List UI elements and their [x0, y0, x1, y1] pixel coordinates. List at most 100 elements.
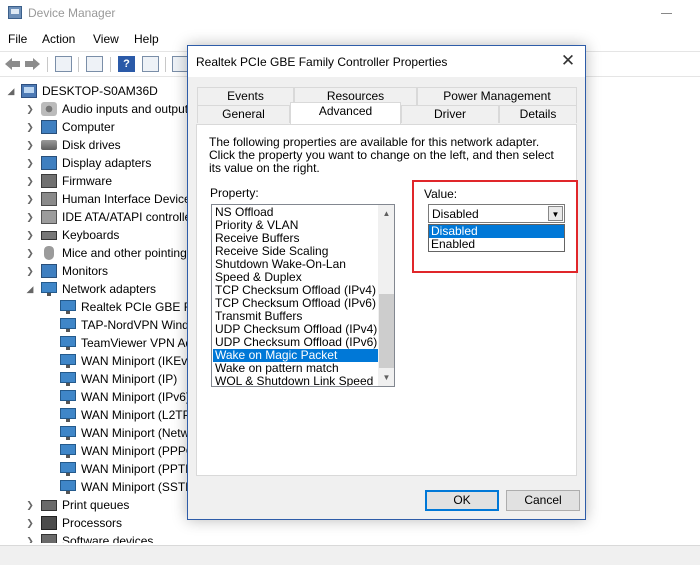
value-combobox[interactable]: Disabled ▼: [428, 204, 565, 223]
property-label: Property:: [210, 186, 259, 200]
update-driver-icon[interactable]: [142, 56, 159, 72]
tree-device-label: WAN Miniport (PPTP): [81, 462, 198, 476]
tree-category-label: Processors: [62, 516, 123, 530]
tree-category-label: Print queues: [62, 498, 130, 512]
network-adapter-icon: [60, 426, 76, 440]
tab-details[interactable]: Details: [499, 105, 577, 123]
network-adapter-icon: [60, 444, 76, 458]
expand-chevron-icon[interactable]: ❯: [25, 262, 35, 280]
menu-help[interactable]: Help: [134, 32, 159, 46]
tree-category-label: Computer: [62, 120, 115, 134]
processor-icon: [41, 516, 57, 530]
properties-view-icon[interactable]: [55, 56, 72, 72]
expand-chevron-icon[interactable]: ❯: [25, 100, 35, 118]
menu-file[interactable]: File: [8, 32, 27, 46]
expand-chevron-icon[interactable]: ❯: [25, 118, 35, 136]
properties-dialog: Realtek PCIe GBE Family Controller Prope…: [187, 45, 586, 520]
toolbar-separator: [165, 57, 166, 72]
tab-general[interactable]: General: [197, 105, 290, 123]
tree-category-label: Monitors: [62, 264, 109, 278]
expand-chevron-icon[interactable]: ❯: [25, 154, 35, 172]
keyboard-icon: [41, 231, 57, 240]
expand-chevron-icon[interactable]: ❯: [25, 136, 35, 154]
tab-power-management[interactable]: Power Management: [417, 87, 577, 105]
disk-drive-icon: [41, 140, 57, 150]
property-listbox[interactable]: NS Offload Priority & VLAN Receive Buffe…: [211, 204, 395, 387]
tree-category-label: Software devices: [62, 534, 154, 543]
tab-events[interactable]: Events: [197, 87, 294, 105]
network-adapter-icon: [60, 372, 76, 386]
tree-device-label: WAN Miniport (IPv6): [81, 390, 190, 404]
status-bar: [0, 545, 700, 565]
back-arrow-icon[interactable]: [4, 56, 21, 72]
scroll-down-arrow-icon[interactable]: ▼: [378, 369, 394, 386]
expand-chevron-icon[interactable]: ❯: [25, 226, 35, 244]
tree-category-label: Human Interface Devices: [62, 192, 197, 206]
value-combobox-text: Disabled: [432, 207, 479, 221]
network-adapter-icon: [60, 354, 76, 368]
speaker-icon: [41, 102, 57, 116]
expand-chevron-icon[interactable]: ❯: [25, 514, 35, 532]
network-adapter-icon: [60, 408, 76, 422]
expand-chevron-icon[interactable]: ❯: [25, 532, 35, 543]
toolbar-separator: [47, 57, 48, 72]
expand-chevron-icon[interactable]: ❯: [25, 190, 35, 208]
property-item[interactable]: WOL & Shutdown Link Speed: [213, 375, 378, 387]
menu-action[interactable]: Action: [42, 32, 75, 46]
cancel-button[interactable]: Cancel: [506, 490, 580, 511]
tree-category-label: Disk drives: [62, 138, 121, 152]
computer-icon: [41, 120, 57, 134]
device-manager-titlebar: Device Manager: [0, 0, 700, 27]
dialog-titlebar: Realtek PCIe GBE Family Controller Prope…: [188, 46, 585, 77]
network-adapter-icon: [60, 390, 76, 404]
network-adapter-icon: [60, 300, 76, 314]
expand-chevron-icon[interactable]: ❯: [25, 208, 35, 226]
minimize-button[interactable]: [657, 4, 677, 22]
property-scrollbar[interactable]: ▲ ▼: [378, 205, 394, 386]
chevron-down-icon[interactable]: ▼: [548, 206, 563, 221]
tree-category-label: Firmware: [62, 174, 112, 188]
value-option[interactable]: Enabled: [429, 238, 564, 251]
tree-category-label: Network adapters: [62, 282, 157, 296]
close-icon[interactable]: ✕: [558, 51, 578, 71]
hid-icon: [41, 192, 57, 206]
tree-category-label: IDE ATA/ATAPI controllers: [62, 210, 202, 224]
ok-button[interactable]: OK: [425, 490, 499, 511]
display-adapter-icon: [41, 156, 57, 170]
tree-device-label: WAN Miniport (IP): [81, 372, 178, 386]
tree-device-label: WAN Miniport (SSTP): [81, 480, 198, 494]
tab-driver[interactable]: Driver: [401, 105, 499, 123]
expand-chevron-icon[interactable]: ❯: [25, 496, 35, 514]
expand-chevron-icon[interactable]: ❯: [25, 244, 35, 262]
forward-arrow-icon[interactable]: [24, 56, 41, 72]
advanced-tab-panel: The following properties are available f…: [196, 124, 577, 476]
ide-controller-icon: [41, 210, 57, 224]
scroll-up-arrow-icon[interactable]: ▲: [378, 205, 394, 222]
help-icon[interactable]: ?: [118, 56, 135, 72]
printer-icon: [41, 500, 57, 511]
software-device-icon: [41, 534, 57, 543]
collapse-chevron-icon[interactable]: ◢: [6, 82, 16, 100]
network-adapter-icon: [41, 282, 57, 296]
computer-icon: [21, 84, 37, 98]
mouse-icon: [44, 246, 54, 260]
network-adapter-icon: [60, 462, 76, 476]
tree-category-label: Audio inputs and outputs: [62, 102, 195, 116]
tree-device-label: WAN Miniport (L2TP): [81, 408, 195, 422]
toolbar-separator: [78, 57, 79, 72]
monitor-icon: [41, 264, 57, 278]
description-text: The following properties are available f…: [209, 135, 554, 175]
value-dropdown-list[interactable]: Disabled Enabled: [428, 224, 565, 252]
tree-category-label: Keyboards: [62, 228, 120, 242]
scrollbar-thumb[interactable]: [379, 294, 394, 368]
expand-chevron-icon[interactable]: ❯: [25, 172, 35, 190]
tab-advanced[interactable]: Advanced: [290, 102, 401, 124]
menu-view[interactable]: View: [93, 32, 119, 46]
collapse-chevron-icon[interactable]: ◢: [25, 280, 35, 298]
network-adapter-icon: [60, 336, 76, 350]
window-title: Device Manager: [28, 6, 116, 20]
firmware-icon: [41, 174, 57, 188]
device-list-icon[interactable]: [86, 56, 103, 72]
network-adapter-icon: [60, 480, 76, 494]
toolbar-separator: [110, 57, 111, 72]
